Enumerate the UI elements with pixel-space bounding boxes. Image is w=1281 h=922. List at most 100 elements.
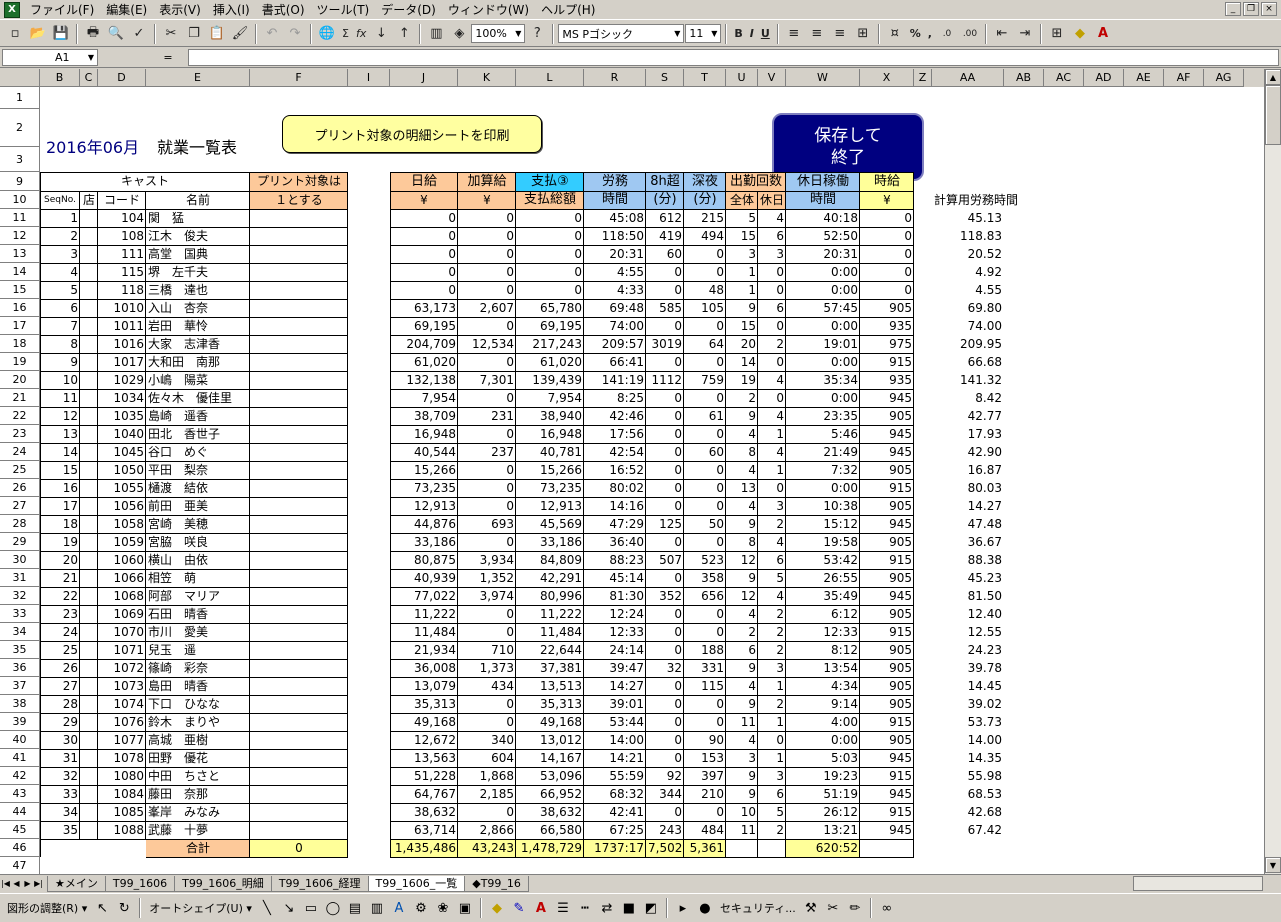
table-cell-calc[interactable]: 12.40 (932, 605, 1004, 623)
table-cell-code[interactable]: 1080 (98, 767, 146, 785)
table-cell-name[interactable]: 横山 由依 (146, 551, 250, 569)
table-cell-all[interactable]: 9 (726, 785, 758, 803)
table-cell-pay[interactable]: 80,996 (516, 587, 584, 605)
table-cell-name[interactable]: 堺 左千夫 (146, 263, 250, 281)
table-cell-night[interactable]: 0 (684, 533, 726, 551)
table-cell-hourly[interactable]: 905 (860, 641, 914, 659)
close-button[interactable]: × (1261, 2, 1277, 16)
table-cell-over[interactable]: 0 (646, 533, 684, 551)
table-cell-calc[interactable]: 42.77 (932, 407, 1004, 425)
table-cell-code[interactable]: 111 (98, 245, 146, 263)
table-cell-hourly[interactable]: 905 (860, 569, 914, 587)
table-cell-name[interactable]: 篠崎 彩奈 (146, 659, 250, 677)
table-cell-night[interactable]: 188 (684, 641, 726, 659)
undo-icon[interactable]: ↶ (261, 23, 283, 45)
open-folder-icon[interactable]: 📂 (27, 23, 49, 45)
row-header[interactable]: 26 (0, 479, 40, 497)
table-cell-add[interactable]: 231 (458, 407, 516, 425)
header-pay-2[interactable]: 支払総額 (516, 191, 584, 209)
table-cell-code[interactable]: 108 (98, 227, 146, 245)
table-cell-hol[interactable]: 0 (758, 389, 786, 407)
table-cell-holwork[interactable]: 21:49 (786, 443, 860, 461)
table-cell-daily[interactable]: 12,672 (390, 731, 458, 749)
sheet-tab[interactable]: T99_1606_経理 (270, 875, 369, 892)
table-cell-name[interactable]: 石田 晴香 (146, 605, 250, 623)
table-cell-holwork[interactable]: 13:54 (786, 659, 860, 677)
table-cell-seq[interactable]: 35 (40, 821, 80, 839)
table-cell-seq[interactable]: 29 (40, 713, 80, 731)
table-cell-name[interactable]: 平田 梨奈 (146, 461, 250, 479)
align-right-icon[interactable]: ≡ (829, 23, 851, 45)
column-header[interactable]: F (250, 69, 348, 87)
total-daily[interactable]: 1,435,486 (390, 839, 458, 857)
table-cell-night[interactable]: 656 (684, 587, 726, 605)
redo-icon[interactable]: ↷ (284, 23, 306, 45)
row-header[interactable]: 3 (0, 147, 40, 172)
table-cell-over[interactable]: 0 (646, 713, 684, 731)
table-cell-calc[interactable]: 42.68 (932, 803, 1004, 821)
table-cell-add[interactable]: 0 (458, 317, 516, 335)
table-cell-seq[interactable]: 28 (40, 695, 80, 713)
table-cell-add[interactable]: 0 (458, 353, 516, 371)
run-macro-icon[interactable]: ▸ (673, 901, 693, 916)
table-cell-hol[interactable]: 0 (758, 353, 786, 371)
table-cell-pay[interactable]: 11,484 (516, 623, 584, 641)
table-cell-pay[interactable]: 66,952 (516, 785, 584, 803)
table-cell-pay[interactable]: 38,940 (516, 407, 584, 425)
table-cell-add[interactable]: 3,934 (458, 551, 516, 569)
new-file-icon[interactable]: ▫ (4, 23, 26, 45)
table-cell-pay[interactable]: 7,954 (516, 389, 584, 407)
table-cell-seq[interactable]: 32 (40, 767, 80, 785)
row-header[interactable]: 20 (0, 371, 40, 389)
line-style-icon[interactable]: ☰ (553, 901, 573, 916)
table-cell-daily[interactable]: 61,020 (390, 353, 458, 371)
table-cell-holwork[interactable]: 0:00 (786, 479, 860, 497)
table-cell-daily[interactable]: 0 (390, 281, 458, 299)
table-cell-over[interactable]: 0 (646, 641, 684, 659)
table-cell-name[interactable]: 中田 ちさと (146, 767, 250, 785)
decrease-decimal-icon[interactable]: .00 (959, 23, 981, 45)
table-cell-seq[interactable]: 14 (40, 443, 80, 461)
table-cell-code[interactable]: 1085 (98, 803, 146, 821)
total-print[interactable]: 0 (250, 839, 348, 857)
table-cell-add[interactable]: 2,607 (458, 299, 516, 317)
table-cell-hourly[interactable]: 0 (860, 281, 914, 299)
table-cell-code[interactable]: 1070 (98, 623, 146, 641)
select-objects-icon[interactable]: ↖ (92, 901, 112, 916)
table-cell-hol[interactable]: 2 (758, 623, 786, 641)
equals-sign[interactable]: = (148, 51, 188, 64)
row-header[interactable]: 39 (0, 713, 40, 731)
table-cell-name[interactable]: 田野 優花 (146, 749, 250, 767)
table-cell-seq[interactable]: 16 (40, 479, 80, 497)
table-cell-over[interactable]: 243 (646, 821, 684, 839)
table-cell-all[interactable]: 12 (726, 587, 758, 605)
table-cell-seq[interactable]: 13 (40, 425, 80, 443)
table-cell-code[interactable]: 1058 (98, 515, 146, 533)
table-cell-code[interactable]: 1072 (98, 659, 146, 677)
header-labor-2[interactable]: 時間 (584, 191, 646, 209)
borders-icon[interactable]: ⊞ (1046, 23, 1068, 45)
table-cell-name[interactable]: 谷口 めぐ (146, 443, 250, 461)
table-cell-holwork[interactable]: 0:00 (786, 389, 860, 407)
table-cell-hol[interactable]: 6 (758, 785, 786, 803)
table-cell-over[interactable]: 92 (646, 767, 684, 785)
table-cell-pay[interactable]: 217,243 (516, 335, 584, 353)
table-cell-night[interactable]: 0 (684, 623, 726, 641)
row-header[interactable]: 35 (0, 641, 40, 659)
table-cell-calc[interactable]: 45.23 (932, 569, 1004, 587)
table-cell-hourly[interactable]: 935 (860, 371, 914, 389)
table-cell-labor[interactable]: 81:30 (584, 587, 646, 605)
table-cell-over[interactable]: 32 (646, 659, 684, 677)
sheet-tab[interactable]: ◆T99_16 (464, 875, 529, 892)
table-cell-labor[interactable]: 39:47 (584, 659, 646, 677)
table-cell-night[interactable]: 60 (684, 443, 726, 461)
table-cell-labor[interactable]: 67:25 (584, 821, 646, 839)
table-cell-over[interactable]: 0 (646, 425, 684, 443)
table-cell-add[interactable]: 1,373 (458, 659, 516, 677)
table-cell-all[interactable]: 11 (726, 821, 758, 839)
table-cell-night[interactable]: 358 (684, 569, 726, 587)
table-cell-pay[interactable]: 37,381 (516, 659, 584, 677)
table-cell-calc[interactable]: 47.48 (932, 515, 1004, 533)
table-cell-hourly[interactable]: 0 (860, 227, 914, 245)
table-cell-seq[interactable]: 6 (40, 299, 80, 317)
